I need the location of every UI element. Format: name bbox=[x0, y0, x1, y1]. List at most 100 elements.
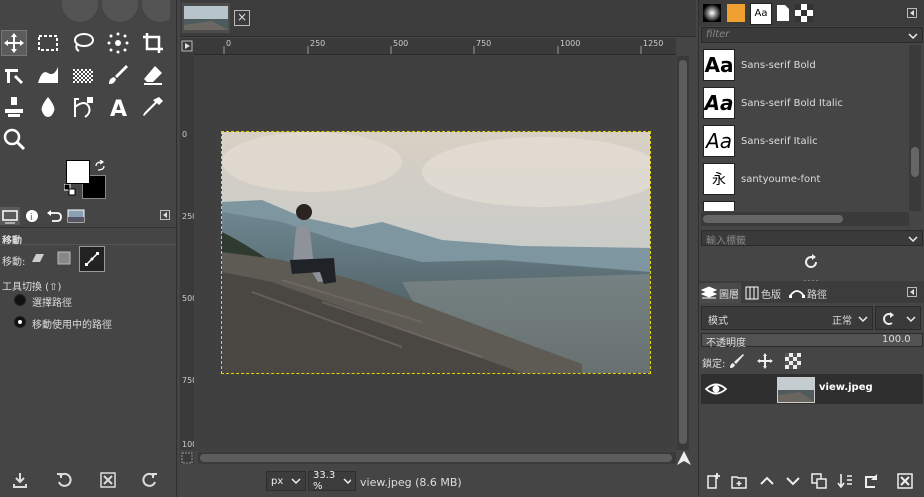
vertical-scrollbar-thumb[interactable] bbox=[679, 60, 687, 444]
new-layer-icon[interactable] bbox=[703, 471, 723, 491]
list-item[interactable]: Aa Sans-serif Bold bbox=[703, 47, 911, 83]
patterns-tab-icon[interactable] bbox=[727, 4, 745, 22]
rect-select-tool-icon[interactable] bbox=[35, 30, 61, 56]
paths-icon bbox=[789, 290, 805, 298]
vertical-scrollbar[interactable] bbox=[677, 56, 689, 450]
unified-transform-tool-icon[interactable] bbox=[1, 62, 27, 88]
crop-tool-icon[interactable] bbox=[140, 30, 166, 56]
radio-select-path[interactable] bbox=[14, 294, 26, 306]
image-tab-thumbnail[interactable] bbox=[182, 3, 230, 33]
fuzzy-select-tool-icon[interactable] bbox=[105, 30, 131, 56]
font-name: Sans-serif Bold Italic bbox=[741, 97, 843, 109]
close-image-tab-button[interactable]: × bbox=[234, 10, 250, 26]
zoom-tool-icon[interactable] bbox=[1, 126, 27, 152]
navigate-icon[interactable] bbox=[676, 450, 692, 466]
panel-menu-icon[interactable] bbox=[160, 210, 170, 220]
ruler-h-label: 1000 bbox=[560, 39, 581, 48]
paintbrush-tool-icon[interactable] bbox=[105, 62, 131, 88]
chevron-down-icon bbox=[291, 478, 301, 485]
layer-thumbnail[interactable] bbox=[777, 377, 815, 403]
horizontal-scrollbar[interactable] bbox=[198, 452, 676, 464]
document-history-tab-icon[interactable] bbox=[775, 4, 791, 22]
fonts-tab-icon[interactable]: Aa bbox=[750, 3, 772, 25]
clone-tool-icon[interactable] bbox=[1, 94, 27, 120]
eye-visibility-icon[interactable] bbox=[704, 380, 728, 398]
smudge-tool-icon[interactable] bbox=[35, 94, 61, 120]
font-filter-field[interactable]: filter bbox=[701, 27, 923, 43]
dock-separator-grip[interactable] bbox=[803, 275, 821, 282]
default-colors-icon[interactable] bbox=[63, 183, 76, 196]
delete-tool-preset-icon[interactable] bbox=[98, 470, 118, 490]
font-list-hscrollbar-thumb[interactable] bbox=[703, 215, 843, 223]
list-item[interactable]: Aa Sans-serif Italic bbox=[703, 123, 911, 159]
quick-mask-toggle-icon[interactable] bbox=[180, 452, 194, 464]
zoom-select[interactable]: 33.3 % bbox=[308, 470, 356, 492]
panel-menu-icon[interactable] bbox=[907, 287, 917, 297]
chevron-down-icon bbox=[343, 478, 351, 485]
tab-tool-options[interactable] bbox=[0, 207, 20, 225]
eraser-tool-icon[interactable] bbox=[140, 62, 166, 88]
vertical-ruler[interactable]: 0 250 500 750 1000 bbox=[180, 54, 202, 450]
duplicate-layer-icon[interactable] bbox=[809, 471, 829, 491]
tab-channels[interactable]: 色版 bbox=[743, 283, 785, 303]
undo-history-icon[interactable] bbox=[44, 207, 64, 225]
unit-select[interactable]: px bbox=[266, 471, 306, 491]
list-item[interactable]: Aa Sans-serif Bold Italic bbox=[703, 85, 911, 121]
panel-menu-icon[interactable] bbox=[907, 8, 917, 18]
delete-layer-icon[interactable] bbox=[895, 471, 915, 491]
layer-mode-label: 模式 bbox=[708, 316, 728, 327]
list-item[interactable]: 永 santyoume-font bbox=[703, 161, 911, 197]
brushes-tab-icon[interactable] bbox=[703, 4, 721, 22]
templates-tab-icon[interactable] bbox=[795, 4, 813, 22]
merge-layer-icon[interactable] bbox=[835, 471, 855, 491]
move-selection-mode-icon[interactable] bbox=[54, 248, 74, 268]
text-tool-icon[interactable]: A bbox=[105, 94, 131, 120]
new-layer-group-icon[interactable] bbox=[729, 471, 749, 491]
gradient-tool-icon[interactable] bbox=[70, 62, 96, 88]
tab-layers-label: 圖層 bbox=[719, 289, 739, 301]
list-item[interactable] bbox=[703, 199, 911, 211]
images-tab-icon[interactable] bbox=[66, 207, 86, 225]
swap-colors-icon[interactable] bbox=[94, 159, 106, 172]
font-preview: Aa bbox=[703, 125, 735, 157]
layer-mode-select[interactable]: 模式 正常 bbox=[701, 306, 873, 330]
quick-mask-menu-icon[interactable] bbox=[180, 38, 194, 54]
move-path-mode-icon[interactable] bbox=[79, 246, 105, 272]
raise-layer-icon[interactable] bbox=[757, 471, 777, 491]
font-preview: Aa bbox=[703, 49, 735, 81]
font-list-hscrollbar[interactable] bbox=[701, 212, 909, 226]
opacity-slider[interactable]: 不透明度 100.0 bbox=[701, 333, 923, 349]
warp-transform-tool-icon[interactable] bbox=[35, 62, 61, 88]
lock-alpha-icon[interactable] bbox=[783, 351, 803, 371]
radio-move-active-path[interactable] bbox=[14, 316, 26, 328]
font-list[interactable]: Aa Sans-serif Bold Aa Sans-serif Bold It… bbox=[699, 45, 911, 211]
tag-input-field[interactable]: 輸入標籤 bbox=[701, 230, 923, 247]
font-list-scrollbar-thumb[interactable] bbox=[911, 147, 919, 177]
device-status-icon[interactable]: i bbox=[22, 207, 42, 225]
refresh-fonts-icon[interactable] bbox=[801, 252, 821, 272]
lasso-tool-icon[interactable] bbox=[70, 30, 96, 56]
resource-tab-bar: Aa bbox=[699, 0, 924, 26]
image-canvas[interactable] bbox=[221, 131, 651, 374]
restore-tool-preset-icon[interactable] bbox=[54, 470, 74, 490]
layer-row[interactable]: view.jpeg bbox=[701, 374, 923, 404]
opacity-value: 100.0 bbox=[882, 334, 911, 345]
move-tool-icon[interactable] bbox=[1, 30, 27, 56]
font-list-scrollbar[interactable] bbox=[909, 45, 921, 211]
move-layer-mode-icon[interactable] bbox=[28, 248, 48, 268]
horizontal-ruler[interactable]: 0 250 500 750 1000 1250 bbox=[194, 38, 676, 55]
save-tool-preset-icon[interactable] bbox=[10, 470, 30, 490]
color-picker-tool-icon[interactable] bbox=[140, 94, 166, 120]
tab-layers[interactable]: 圖層 bbox=[699, 283, 741, 303]
lower-layer-icon[interactable] bbox=[783, 471, 803, 491]
anchor-layer-icon[interactable] bbox=[861, 471, 881, 491]
composite-mode-select[interactable] bbox=[875, 306, 921, 330]
chain-link-icon[interactable] bbox=[735, 380, 755, 398]
tab-paths[interactable]: 路徑 bbox=[787, 283, 831, 303]
lock-position-icon[interactable] bbox=[755, 351, 775, 371]
horizontal-scrollbar-thumb[interactable] bbox=[200, 454, 672, 462]
lock-pixels-icon[interactable] bbox=[727, 351, 747, 371]
reset-tool-options-icon[interactable] bbox=[140, 470, 160, 490]
foreground-color-swatch[interactable] bbox=[66, 160, 90, 184]
path-tool-icon[interactable] bbox=[70, 94, 96, 120]
